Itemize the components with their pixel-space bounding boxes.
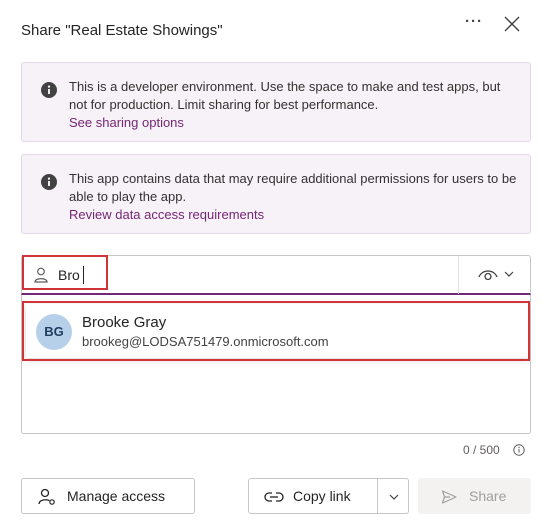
divider [458,256,459,294]
permission-dropdown[interactable] [470,264,522,286]
close-button[interactable] [498,10,526,38]
manage-access-button[interactable]: Manage access [21,478,195,514]
chevron-down-icon [504,271,514,277]
chevron-down-icon [389,494,399,500]
suggestion-highlight [22,301,530,361]
share-label: Share [469,488,507,504]
dialog-title: Share "Real Estate Showings" [21,22,223,39]
see-sharing-options-link[interactable]: See sharing options [69,114,517,132]
manage-access-label: Manage access [67,488,166,504]
copy-link-options-button[interactable] [377,478,409,514]
close-icon [504,16,520,32]
info-icon [41,174,57,190]
review-data-access-link[interactable]: Review data access requirements [69,206,517,224]
copy-link-label: Copy link [293,488,351,504]
search-highlight [22,255,108,290]
more-options-button[interactable]: ··· [461,12,487,36]
banner-text: This app contains data that may require … [69,171,517,204]
link-icon [264,492,284,502]
copy-link-button[interactable]: Copy link [248,478,378,514]
info-circle-icon [513,444,525,456]
banner-text: This is a developer environment. Use the… [69,79,501,112]
eye-icon [478,270,498,281]
people-settings-icon [38,488,55,505]
info-icon [41,82,57,98]
data-permissions-banner: This app contains data that may require … [21,154,531,234]
share-button[interactable]: Share [418,478,531,514]
developer-environment-banner: This is a developer environment. Use the… [21,62,531,142]
character-counter: 0 / 500 [463,443,500,457]
send-icon [441,490,457,504]
